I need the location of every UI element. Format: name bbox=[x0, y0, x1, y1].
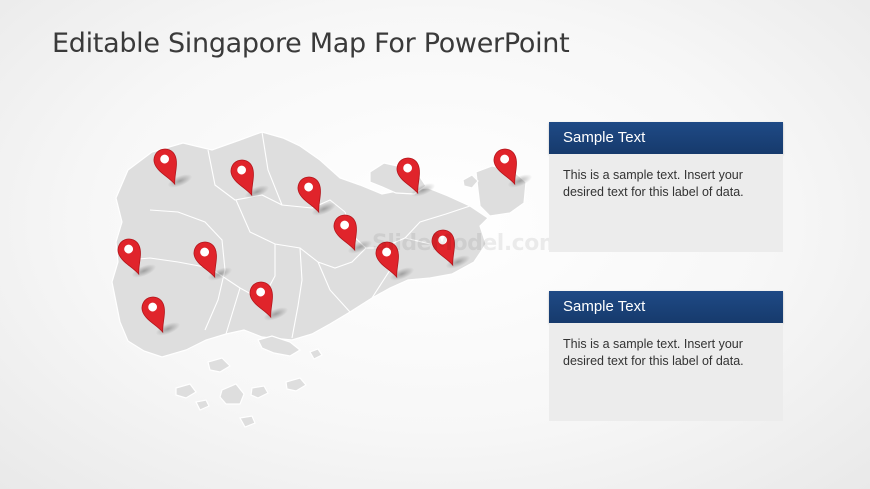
island-south-6 bbox=[195, 399, 210, 411]
island-south-5 bbox=[285, 377, 307, 392]
watermark: SlideModel.com bbox=[372, 231, 562, 256]
island-south-4 bbox=[250, 385, 269, 399]
info-card-2: Sample Text This is a sample text. Inser… bbox=[549, 291, 783, 421]
islet-east bbox=[462, 174, 479, 189]
info-card-1: Sample Text This is a sample text. Inser… bbox=[549, 122, 783, 252]
info-card-2-header: Sample Text bbox=[549, 291, 783, 323]
info-card-2-body: This is a sample text. Insert your desir… bbox=[549, 323, 783, 421]
island-south-2 bbox=[175, 383, 197, 399]
island-south-1 bbox=[207, 357, 231, 373]
info-card-1-body: This is a sample text. Insert your desir… bbox=[549, 154, 783, 252]
island-south-7 bbox=[239, 415, 256, 428]
island-south-8 bbox=[309, 348, 323, 360]
info-card-1-header: Sample Text bbox=[549, 122, 783, 154]
pulau-tekong bbox=[475, 165, 527, 217]
island-south-3 bbox=[219, 383, 245, 405]
